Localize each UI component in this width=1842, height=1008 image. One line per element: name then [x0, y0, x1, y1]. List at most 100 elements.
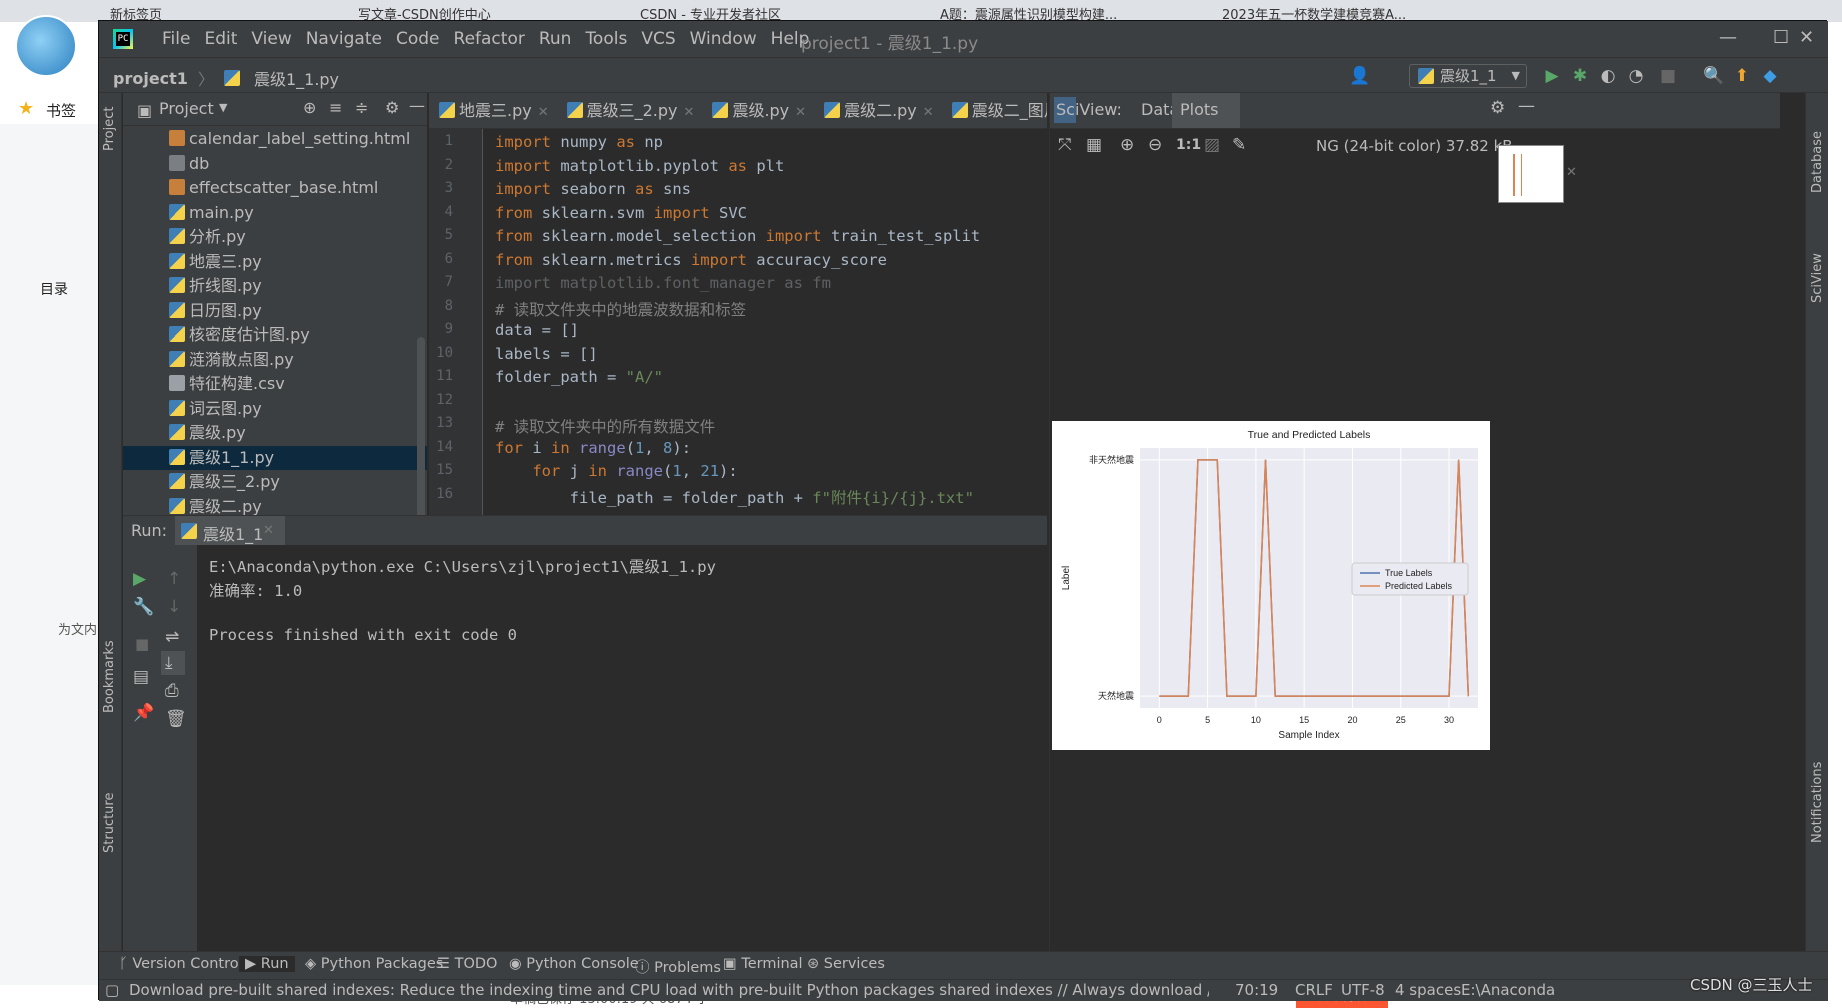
tree-file-row[interactable]: 震级三_2.py: [123, 470, 427, 495]
stop-icon[interactable]: ■: [1657, 65, 1679, 87]
tool-tab-python-packages[interactable]: ◈ Python Packages: [305, 956, 443, 972]
menu-tools[interactable]: Tools: [578, 29, 634, 49]
tree-file-row[interactable]: 词云图.py: [123, 397, 427, 422]
menu-refactor[interactable]: Refactor: [447, 29, 532, 49]
coverage-icon[interactable]: ◐: [1597, 65, 1619, 87]
caret-position[interactable]: 70:19: [1235, 981, 1278, 999]
fit-icon[interactable]: ⤧: [1058, 135, 1072, 155]
trash-icon[interactable]: 🗑: [165, 709, 187, 729]
close-icon[interactable]: ✕: [1799, 27, 1814, 48]
gear-icon[interactable]: ⚙: [385, 98, 399, 117]
collapse-all-icon[interactable]: ≑: [355, 98, 368, 117]
line-separator[interactable]: CRLF: [1295, 981, 1333, 999]
notifications-tool-label[interactable]: Notifications: [1810, 762, 1825, 843]
editor-tab[interactable]: 震级三_2.py ✕: [557, 93, 703, 128]
tree-file-row[interactable]: db: [123, 152, 427, 177]
run-icon[interactable]: ▶: [1541, 65, 1563, 87]
user-icon[interactable]: 👤: [1349, 65, 1371, 87]
grid-icon[interactable]: ▦: [1086, 135, 1102, 155]
pin-icon[interactable]: 📌: [133, 703, 154, 723]
menu-code[interactable]: Code: [389, 29, 447, 49]
close-icon[interactable]: ✕: [795, 105, 806, 120]
structure-tool-label[interactable]: Structure: [102, 793, 117, 853]
tool-tab-python-console[interactable]: ◉ Python Console: [509, 956, 639, 972]
indent-setting[interactable]: 4 spaces: [1395, 981, 1461, 999]
project-panel-title[interactable]: Project: [159, 99, 214, 118]
scroll-to-end-icon[interactable]: ⤓: [165, 653, 173, 673]
plot-image[interactable]: 0 5 10 15 20 25 30 天然地震 非天然地震 True and Predicted …: [1052, 421, 1490, 750]
project-tool-label[interactable]: Project: [102, 107, 117, 151]
menu-edit[interactable]: Edit: [197, 29, 244, 49]
close-icon[interactable]: ✕: [538, 105, 549, 120]
file-encoding[interactable]: UTF-8: [1341, 981, 1385, 999]
rerun-icon[interactable]: ▶: [133, 569, 146, 589]
expand-all-icon[interactable]: ≡: [329, 98, 342, 117]
hide-icon[interactable]: —: [1518, 96, 1535, 116]
editor-tab[interactable]: 震级二_图片.py✕: [942, 93, 1047, 128]
tree-file-row[interactable]: 核密度估计图.py: [123, 323, 427, 348]
debug-icon[interactable]: ✱: [1569, 65, 1591, 87]
breadcrumb-project[interactable]: project1: [113, 69, 188, 88]
close-icon[interactable]: ✕: [263, 523, 274, 538]
gear-icon[interactable]: ⚙: [1490, 98, 1505, 118]
sciview-tab-plots[interactable]: Plots: [1180, 100, 1219, 119]
tool-tab-todo[interactable]: ☰ TODO: [437, 956, 497, 972]
status-window-icon[interactable]: ▢: [105, 981, 119, 999]
jetbrains-icon[interactable]: ◆: [1759, 65, 1781, 87]
console-output[interactable]: E:\Anaconda\python.exe C:\Users\zjl\proj…: [197, 545, 1047, 951]
profile-icon[interactable]: ◔: [1625, 65, 1647, 87]
menu-vcs[interactable]: VCS: [634, 29, 682, 49]
menu-file[interactable]: File: [155, 29, 197, 49]
arrow-up-icon[interactable]: ↑: [167, 569, 181, 589]
tree-file-row[interactable]: 分析.py: [123, 225, 427, 250]
hide-icon[interactable]: —: [409, 96, 425, 115]
minimize-icon[interactable]: —: [1719, 27, 1737, 48]
menu-window[interactable]: Window: [683, 29, 764, 49]
sciview-tool-label[interactable]: SciView: [1810, 253, 1825, 303]
zoom-out-icon[interactable]: ⊖: [1148, 135, 1162, 155]
tree-file-row[interactable]: 涟漪散点图.py: [123, 348, 427, 373]
bookmarks-tool-label[interactable]: Bookmarks: [102, 640, 117, 713]
actual-size-button[interactable]: 1:1: [1176, 137, 1201, 153]
scrollbar[interactable]: [417, 337, 425, 531]
locate-icon[interactable]: ⊕: [303, 98, 316, 117]
close-icon[interactable]: ✕: [1566, 165, 1577, 180]
status-message[interactable]: Download pre-built shared indexes: Reduc…: [129, 981, 1209, 999]
editor-tab[interactable]: 地震三.py ✕: [429, 93, 557, 128]
chevron-down-icon[interactable]: ▼: [219, 101, 227, 114]
maximize-icon[interactable]: ☐: [1773, 27, 1789, 48]
run-configuration-select[interactable]: 震级1_1 ▼: [1409, 64, 1527, 88]
interpreter[interactable]: E:\Anaconda: [1461, 981, 1555, 999]
zoom-in-icon[interactable]: ⊕: [1120, 135, 1134, 155]
tree-file-row[interactable]: effectscatter_base.html: [123, 176, 427, 201]
background-icon[interactable]: ▨: [1204, 135, 1220, 155]
tool-tab-services[interactable]: ⊛ Services: [807, 956, 885, 972]
tree-file-row[interactable]: 地震三.py: [123, 250, 427, 275]
code-editor[interactable]: 1 2 3 4 5 6 7 8 9 10 11 12 13 14 15 16 import numpy as …: [429, 129, 1047, 515]
print-icon[interactable]: ⎙: [165, 681, 179, 701]
tree-file-row[interactable]: 震级1_1.py: [123, 445, 427, 470]
tool-tab-terminal[interactable]: ▣ Terminal: [723, 956, 803, 972]
database-tool-label[interactable]: Database: [1810, 131, 1825, 193]
wrench-icon[interactable]: 🔧: [133, 597, 154, 617]
bookmark-bar[interactable]: ★ 书签: [0, 96, 100, 124]
tree-file-row[interactable]: 日历图.py: [123, 299, 427, 324]
menu-run[interactable]: Run: [532, 29, 579, 49]
editor-tab[interactable]: 震级二.py ✕: [814, 93, 942, 128]
update-icon[interactable]: ⬆: [1731, 65, 1753, 87]
tree-file-row[interactable]: main.py: [123, 201, 427, 226]
menu-view[interactable]: View: [244, 29, 298, 49]
close-icon[interactable]: ✕: [923, 105, 934, 120]
tool-tab-problems[interactable]: ⓘ Problems: [635, 956, 721, 977]
menu-navigate[interactable]: Navigate: [299, 29, 389, 49]
tree-file-row[interactable]: 震级.py: [123, 421, 427, 446]
layout-icon[interactable]: ▤: [133, 667, 149, 687]
search-icon[interactable]: 🔍: [1703, 65, 1725, 87]
avatar[interactable]: [15, 15, 77, 77]
color-picker-icon[interactable]: ✎: [1232, 135, 1246, 155]
tool-tab-run[interactable]: ▶ Run: [239, 956, 295, 972]
stop-icon[interactable]: ■: [135, 635, 149, 653]
editor-tab[interactable]: 震级.py ✕: [702, 93, 814, 128]
arrow-down-icon[interactable]: ↓: [167, 597, 181, 617]
soft-wrap-icon[interactable]: ⇌: [165, 627, 179, 647]
